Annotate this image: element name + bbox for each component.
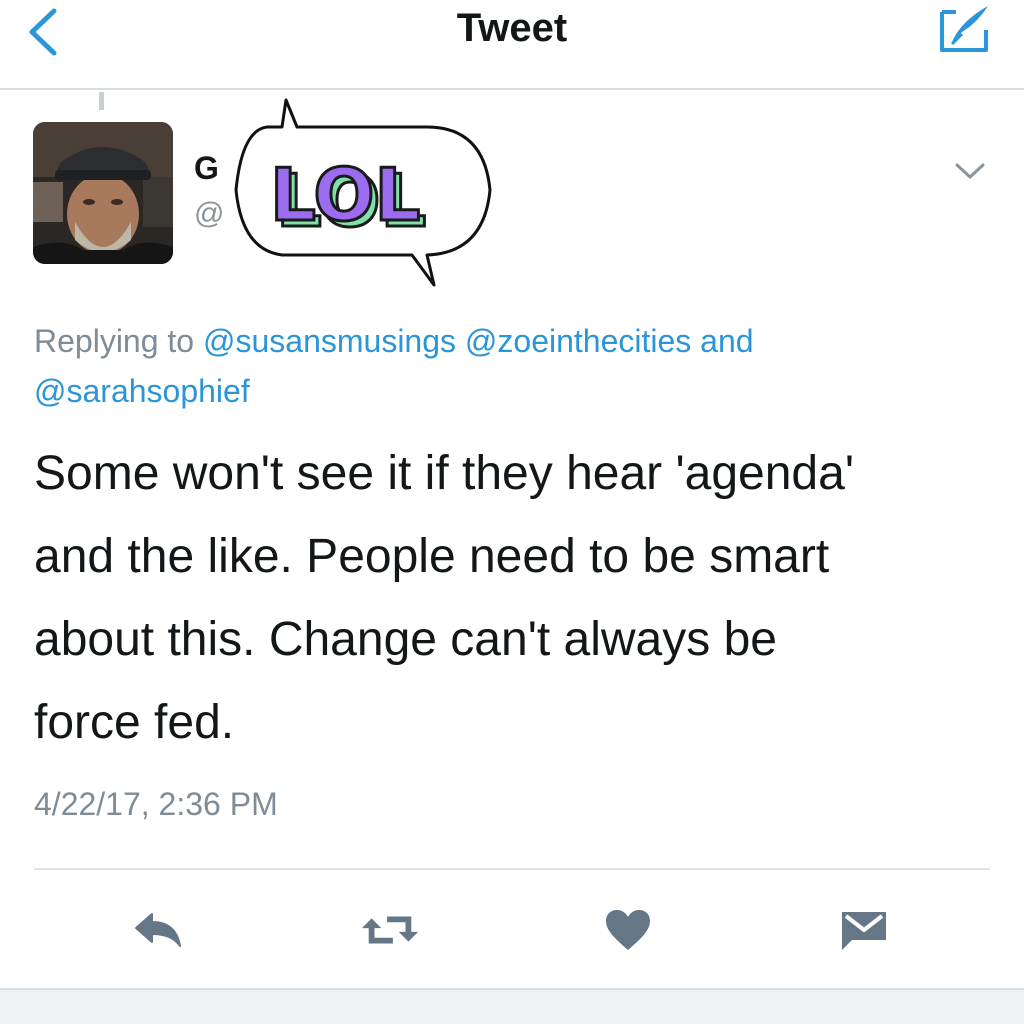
tweet-text-line: and the like. People need to be smart — [34, 530, 830, 583]
mention-link[interactable]: @susansmusings — [203, 323, 456, 359]
user-handle[interactable]: @ — [194, 197, 224, 231]
replying-to-line: Replying to @susansmusings @zoeintheciti… — [34, 316, 934, 416]
page-title: Tweet — [456, 6, 568, 50]
thread-connector-line — [99, 92, 104, 110]
bottom-bar — [0, 988, 1024, 1024]
mention-link[interactable]: @zoeinthecities — [465, 323, 691, 359]
display-name[interactable]: G — [194, 150, 219, 187]
divider — [34, 868, 990, 870]
envelope-icon — [842, 912, 886, 950]
mention-and-link[interactable]: and — [700, 323, 753, 359]
lol-sticker: LOL LOL — [222, 95, 512, 290]
compose-icon — [940, 6, 988, 52]
reply-icon — [135, 913, 181, 947]
direct-message-button[interactable] — [834, 900, 894, 960]
sticker-text-front: LOL — [270, 153, 420, 237]
tweet-text-line: Some won't see it if they hear 'agenda' — [34, 447, 854, 500]
retweet-button[interactable] — [360, 900, 420, 960]
avatar[interactable] — [33, 122, 173, 264]
reply-button[interactable] — [128, 900, 188, 960]
retweet-icon — [361, 916, 419, 944]
tweet-timestamp: 4/22/17, 2:36 PM — [34, 786, 278, 822]
tweet-text-line: force fed. — [34, 696, 235, 749]
compose-button[interactable] — [932, 4, 996, 56]
tweet-text: Some won't see it if they hear 'agenda' … — [34, 432, 984, 764]
heart-icon — [606, 910, 650, 950]
tweet-text-line: about this. Change can't always be — [34, 613, 777, 666]
tweet-options-button[interactable] — [950, 156, 990, 186]
navigation-bar: Tweet — [0, 0, 1024, 90]
replying-to-label: Replying to — [34, 323, 195, 359]
chevron-down-icon — [955, 163, 985, 179]
mention-link[interactable]: @sarahsophief — [34, 373, 250, 409]
like-button[interactable] — [598, 900, 658, 960]
